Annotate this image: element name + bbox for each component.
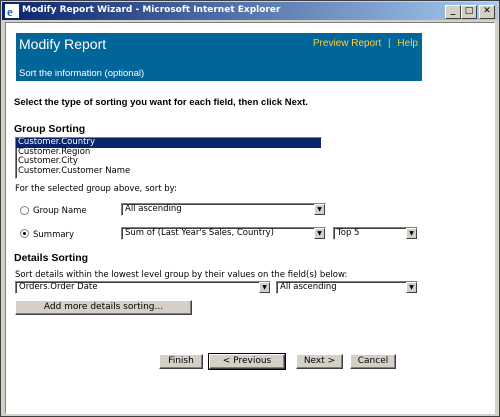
- instruction-text: Select the type of sorting you want for …: [14, 97, 309, 108]
- group-sorting-heading: Group Sorting: [14, 123, 86, 135]
- cancel-button[interactable]: Cancel: [350, 354, 396, 369]
- finish-button[interactable]: Finish: [159, 354, 203, 369]
- link-separator: |: [388, 38, 391, 49]
- details-description: Sort details within the lowest level gro…: [15, 270, 348, 280]
- summary-select[interactable]: Sum of (Last Year's Sales, Country) ▼: [121, 227, 326, 240]
- header-links: Preview Report | Help: [313, 38, 418, 49]
- preview-report-link[interactable]: Preview Report: [313, 38, 381, 49]
- chevron-down-icon[interactable]: ▼: [406, 282, 417, 293]
- chevron-down-icon[interactable]: ▼: [314, 228, 325, 239]
- title-bar[interactable]: e Modify Report Wizard - Microsoft Inter…: [2, 2, 498, 20]
- group-name-radio[interactable]: [20, 206, 29, 215]
- close-button[interactable]: ✕: [479, 5, 495, 19]
- minimize-button[interactable]: _: [445, 5, 461, 19]
- top-n-select-value: Top 5: [337, 228, 360, 238]
- details-field-select-value: Orders.Order Date: [19, 282, 98, 292]
- page-title: Modify Report: [19, 36, 107, 52]
- chevron-down-icon[interactable]: ▼: [406, 228, 417, 239]
- summary-label: Summary: [33, 230, 75, 240]
- radio-selected-dot: [23, 232, 26, 235]
- details-sorting-heading: Details Sorting: [14, 252, 89, 264]
- page-content: Modify Report Preview Report | Help Sort…: [5, 22, 495, 414]
- details-order-select[interactable]: All ascending ▼: [276, 281, 418, 294]
- add-details-sorting-button[interactable]: Add more details sorting...: [15, 300, 192, 315]
- maximize-button[interactable]: □: [461, 5, 477, 19]
- ie-logo-icon: e: [5, 4, 19, 18]
- group-name-label: Group Name: [33, 206, 87, 216]
- svg-text:e: e: [7, 4, 13, 18]
- summary-select-value: Sum of (Last Year's Sales, Country): [125, 228, 274, 238]
- details-order-select-value: All ascending: [280, 282, 337, 292]
- chevron-down-icon[interactable]: ▼: [314, 204, 325, 215]
- sort-by-label: For the selected group above, sort by:: [15, 184, 177, 194]
- help-link[interactable]: Help: [397, 38, 418, 49]
- window-title: Modify Report Wizard - Microsoft Interne…: [22, 5, 281, 15]
- group-listbox[interactable]: Customer.Country Customer.Region Custome…: [15, 137, 322, 179]
- list-item[interactable]: Customer.Customer Name: [16, 166, 321, 177]
- group-name-select[interactable]: All ascending ▼: [121, 203, 326, 216]
- chevron-down-icon[interactable]: ▼: [259, 282, 270, 293]
- group-name-select-value: All ascending: [125, 204, 182, 214]
- page-subtitle: Sort the information (optional): [19, 68, 145, 79]
- header-banner: Modify Report Preview Report | Help Sort…: [16, 33, 422, 81]
- top-n-select[interactable]: Top 5 ▼: [333, 227, 418, 240]
- previous-button[interactable]: < Previous: [208, 353, 286, 370]
- wizard-window: e Modify Report Wizard - Microsoft Inter…: [0, 0, 500, 417]
- next-button[interactable]: Next >: [296, 354, 343, 369]
- summary-radio[interactable]: [20, 229, 29, 238]
- details-field-select[interactable]: Orders.Order Date ▼: [15, 281, 271, 294]
